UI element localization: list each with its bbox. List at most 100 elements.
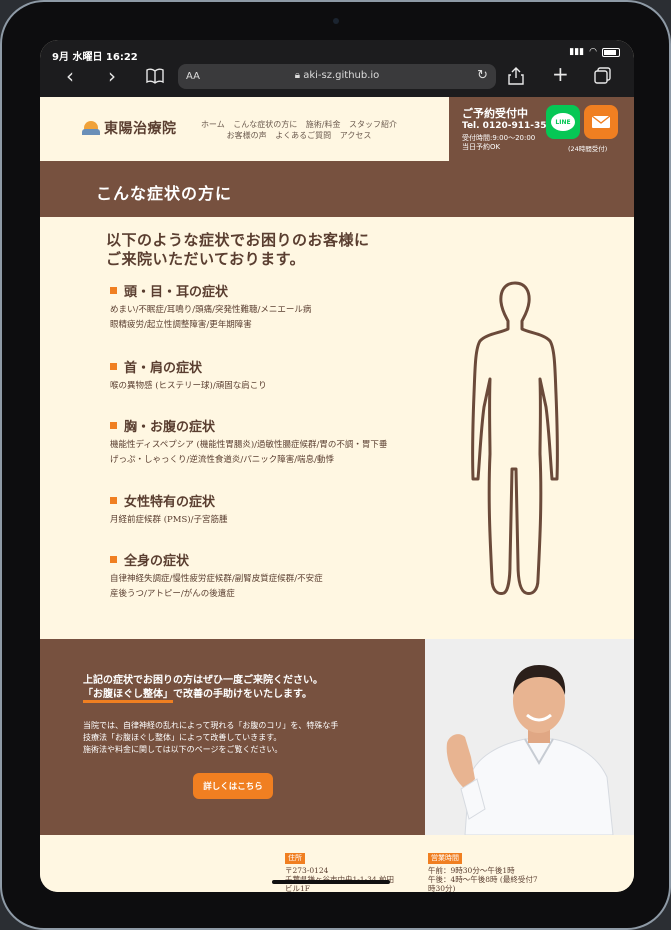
status-icons: ▮▮▮ ◠: [569, 47, 620, 57]
hours-label: 営業時間: [428, 853, 462, 864]
doctor-illustration: [425, 639, 634, 835]
ipad-frame: 9月 水曜日 16:22 ▮▮▮ ◠ ‹ › AA 🔒︎ aki-sz.gith…: [0, 0, 671, 930]
browser-chrome: 9月 水曜日 16:22 ▮▮▮ ◠ ‹ › AA 🔒︎ aki-sz.gith…: [40, 40, 634, 97]
sun-logo-icon: [82, 121, 100, 135]
category-desc: 月経前症候群 (PMS)/子宮筋腫: [110, 515, 228, 525]
share-button[interactable]: [508, 67, 524, 88]
hours-line-3: 時30分): [428, 884, 456, 892]
reload-icon[interactable]: ↻: [477, 68, 488, 83]
cta-highlight: 「お腹ほぐし整体」: [83, 689, 173, 703]
address-label: 住所: [285, 853, 305, 864]
hours-line-2: 午後：4時〜午後8時 (最終受付7: [428, 875, 538, 884]
category-desc: めまい/不眠症/耳鳴り/頭痛/突発性難聴/メニエール病: [110, 305, 312, 315]
symptoms-section: 以下のような症状でお困りのお客様に ご来院いただいております。 頭・目・耳の症状…: [40, 217, 634, 641]
url-value: aki-sz.github.io: [303, 70, 380, 81]
doctor-photo: [425, 639, 634, 835]
cta-body-3: 施術法や料金に関しては以下のページをご覧ください。: [83, 745, 283, 754]
bullet-icon: [110, 363, 117, 370]
tabs-icon: [594, 67, 611, 84]
intro-heading: 以下のような症状でお困りのお客様に ご来院いただいております。: [106, 231, 370, 269]
category-head: 頭・目・耳の症状 めまい/不眠症/耳鳴り/頭痛/突発性難聴/メニエール病 眼精疲…: [110, 281, 311, 333]
intro-line-1: 以下のような症状でお困りのお客様に: [106, 231, 370, 249]
details-button[interactable]: 詳しくはこちら: [193, 773, 273, 799]
nav-faq[interactable]: よくあるご質問: [275, 131, 331, 140]
lock-icon: 🔒︎: [294, 70, 301, 81]
site-header: 東陽治療院 ホーム こんな症状の方に 施術/料金 スタッフ紹介 お客様の声 よく…: [40, 97, 634, 161]
reserve-title: ご予約受付中: [462, 107, 528, 120]
brand-logo[interactable]: 東陽治療院: [82, 118, 177, 138]
home-indicator[interactable]: [272, 880, 390, 884]
category-women: 女性特有の症状 月経前症候群 (PMS)/子宮筋腫: [110, 491, 227, 528]
cta-body-2: 技療法「お腹ほぐし整体」によって改善していきます。: [83, 733, 282, 742]
category-desc: 喉の異物感 (ヒステリー球)/頑固な肩こり: [110, 381, 267, 391]
nav-home[interactable]: ホーム: [201, 120, 225, 129]
nav-staff[interactable]: スタッフ紹介: [349, 120, 397, 129]
cta-text: 上記の症状でお困りの方はぜひ一度ご来院ください。 「お腹ほぐし整体」で改善の手助…: [83, 674, 338, 756]
reservation-box: ご予約受付中 Tel. 0120-911-359 受付時間:9:00〜20:00…: [449, 97, 634, 161]
forward-button[interactable]: ›: [108, 66, 116, 86]
reserve-tel[interactable]: Tel. 0120-911-359: [462, 121, 553, 131]
mail-button[interactable]: [584, 105, 618, 139]
url-text: 🔒︎ aki-sz.github.io: [178, 70, 496, 81]
reserve-hours: 受付時間:9:00〜20:00 当日予約OK: [462, 134, 535, 152]
footer-hours: 営業時間 午前：9時30分〜午後1時 午後：4時〜午後8時 (最終受付7 時30…: [428, 853, 538, 892]
human-body-illustration: [471, 281, 559, 595]
category-title: 女性特有の症状: [124, 495, 216, 510]
category-title: 胸・お腹の症状: [124, 420, 216, 435]
category-desc: 眼精疲労/起立性調整障害/更年期障害: [110, 320, 252, 330]
brand-name: 東陽治療院: [104, 121, 177, 137]
address-line-3: ビル1F: [285, 884, 310, 892]
signal-icon: ▮▮▮: [569, 47, 585, 57]
cta-section: 上記の症状でお困りの方はぜひ一度ご来院ください。 「お腹ほぐし整体」で改善の手助…: [40, 639, 634, 835]
cta-line-2-rest: で改善の手助けをいたします。: [173, 689, 312, 700]
hours-line-1: 午前：9時30分〜午後1時: [428, 866, 515, 875]
page-banner: こんな症状の方に: [40, 161, 634, 217]
category-title: 首・肩の症状: [124, 361, 203, 376]
nav-access[interactable]: アクセス: [340, 131, 372, 140]
reserve-same-day: 当日予約OK: [462, 143, 501, 151]
bullet-icon: [110, 287, 117, 294]
category-desc: 自律神経失調症/慢性疲労症候群/副腎皮質症候群/不安症: [110, 574, 323, 584]
nav-pricing[interactable]: 施術/料金: [306, 120, 341, 129]
camera-icon: [333, 18, 339, 24]
bookmarks-button[interactable]: [146, 67, 164, 87]
category-title: 全身の症状: [124, 554, 190, 569]
category-desc: 機能性ディスペプシア (機能性胃腸炎)/過敏性腸症候群/胃の不調・胃下垂: [110, 440, 388, 450]
address-line-1: 〒273-0124: [285, 866, 329, 875]
site-nav: ホーム こんな症状の方に 施術/料金 スタッフ紹介 お客様の声 よくあるご質問 …: [184, 119, 414, 141]
category-desc: げっぷ・しゃっくり/逆流性食道炎/パニック障害/喘息/動悸: [110, 455, 334, 465]
device-bezel: 9月 水曜日 16:22 ▮▮▮ ◠ ‹ › AA 🔒︎ aki-sz.gith…: [2, 2, 669, 928]
reserve-24h-note: (24時間受付): [568, 145, 608, 153]
category-body: 全身の症状 自律神経失調症/慢性疲労症候群/副腎皮質症候群/不安症 産後うつ/ア…: [110, 550, 323, 602]
nav-voices[interactable]: お客様の声: [227, 131, 267, 140]
line-button[interactable]: LINE: [546, 105, 580, 139]
page-title: こんな症状の方に: [96, 184, 233, 203]
book-icon: [146, 68, 164, 84]
line-icon: LINE: [551, 113, 575, 131]
footer: 住所 〒273-0124 千葉県鎌ヶ谷市中央1-1-34 前田 ビル1F 営業時…: [40, 835, 634, 892]
intro-line-2: ご来院いただいております。: [106, 250, 306, 268]
nav-symptoms[interactable]: こんな症状の方に: [233, 120, 297, 129]
category-chest: 胸・お腹の症状 機能性ディスペプシア (機能性胃腸炎)/過敏性腸症候群/胃の不調…: [110, 416, 387, 468]
screen: 9月 水曜日 16:22 ▮▮▮ ◠ ‹ › AA 🔒︎ aki-sz.gith…: [40, 40, 634, 892]
mail-icon: [591, 115, 611, 128]
back-button[interactable]: ‹: [66, 66, 74, 86]
category-title: 頭・目・耳の症状: [124, 285, 229, 300]
battery-icon: [602, 47, 620, 57]
bullet-icon: [110, 422, 117, 429]
category-desc: 産後うつ/アトピー/がんの後遺症: [110, 589, 235, 599]
cta-line-1: 上記の症状でお困りの方はぜひ一度ご来院ください。: [83, 675, 323, 686]
category-neck: 首・肩の症状 喉の異物感 (ヒステリー球)/頑固な肩こり: [110, 357, 267, 394]
new-tab-button[interactable]: +: [552, 64, 569, 84]
cta-body: 当院では、自律神経の乱れによって現れる「お腹のコリ」を、特殊な手 技療法「お腹ほ…: [83, 720, 338, 756]
cta-body-1: 当院では、自律神経の乱れによって現れる「お腹のコリ」を、特殊な手: [83, 721, 339, 730]
cta-line-2: 「お腹ほぐし整体」で改善の手助けをいたします。: [83, 688, 338, 703]
bullet-icon: [110, 556, 117, 563]
share-icon: [508, 67, 524, 85]
wifi-icon: ◠: [589, 47, 597, 57]
address-bar[interactable]: AA 🔒︎ aki-sz.github.io ↻: [178, 64, 496, 89]
bullet-icon: [110, 497, 117, 504]
footer-address: 住所 〒273-0124 千葉県鎌ヶ谷市中央1-1-34 前田 ビル1F: [285, 853, 394, 892]
status-time: 9月 水曜日 16:22: [52, 52, 138, 63]
tabs-button[interactable]: [594, 67, 611, 87]
